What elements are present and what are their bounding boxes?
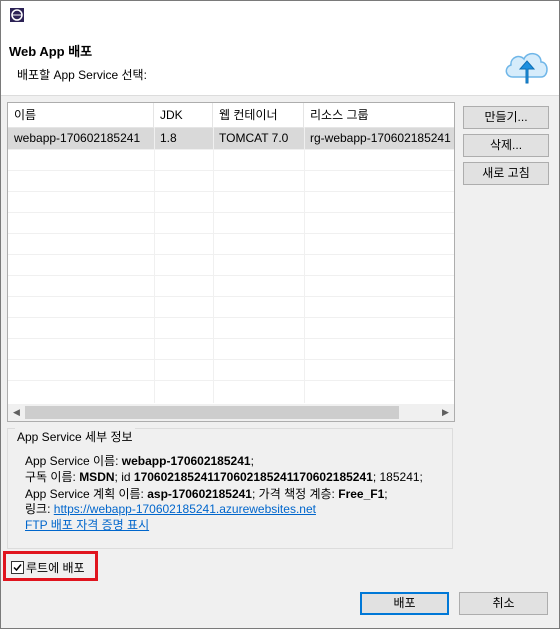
detail-subscription: 구독 이름: MSDN; id 170602185241170602185241…: [25, 470, 423, 484]
wizard-header: Web App 배포 배포할 App Service 선택:: [1, 31, 559, 96]
table-row[interactable]: webapp-170602185241 1.8 TOMCAT 7.0 rg-we…: [8, 128, 454, 149]
cell-jdk: 1.8: [160, 131, 177, 145]
cell-resource-group: rg-webapp-170602185241: [310, 131, 451, 145]
row-divider: [8, 380, 454, 381]
refresh-button[interactable]: 새로 고침: [463, 162, 549, 185]
cell-web-container: TOMCAT 7.0: [219, 131, 289, 145]
checkmark-icon: [13, 564, 22, 572]
delete-button[interactable]: 삭제...: [463, 134, 549, 157]
ftp-credentials-link[interactable]: FTP 배포 자격 증명 표시: [25, 518, 149, 532]
title-bar: [1, 1, 559, 31]
detail-ftp: FTP 배포 자격 증명 표시: [25, 516, 149, 533]
details-group-title: App Service 세부 정보: [15, 428, 135, 445]
column-header-name[interactable]: 이름: [8, 103, 154, 127]
cancel-button[interactable]: 취소: [459, 592, 548, 615]
row-divider: [8, 296, 454, 297]
row-divider: [8, 233, 454, 234]
row-divider: [8, 191, 454, 192]
column-divider: [154, 127, 155, 403]
app-url-link[interactable]: https://webapp-170602185241.azurewebsite…: [54, 502, 316, 516]
row-divider: [8, 212, 454, 213]
row-divider: [8, 254, 454, 255]
deploy-dialog: Web App 배포 배포할 App Service 선택: 이름 JDK 웹 …: [0, 0, 560, 629]
row-divider: [8, 170, 454, 171]
row-divider: [8, 149, 454, 150]
deploy-to-root-highlight: 루트에 배포: [3, 551, 98, 581]
deploy-to-root-label[interactable]: 루트에 배포: [26, 559, 85, 576]
cloud-upload-icon: [505, 53, 548, 84]
create-button[interactable]: 만들기...: [463, 106, 549, 129]
column-header-resource-group[interactable]: 리소스 그룹: [304, 103, 454, 127]
dialog-subtitle: 배포할 App Service 선택:: [17, 68, 147, 82]
column-header-web-container[interactable]: 웹 컨테이너: [213, 103, 304, 127]
row-divider: [8, 359, 454, 360]
row-divider: [8, 338, 454, 339]
cell-name: webapp-170602185241: [14, 131, 141, 145]
eclipse-app-icon: [10, 8, 24, 22]
scrollbar-thumb[interactable]: [25, 406, 399, 419]
deploy-to-root-checkbox[interactable]: [11, 561, 24, 574]
row-divider: [8, 275, 454, 276]
detail-link: 링크: https://webapp-170602185241.azureweb…: [25, 502, 316, 516]
scroll-left-icon[interactable]: ◀: [8, 404, 25, 421]
column-divider: [304, 127, 305, 403]
column-divider: [213, 127, 214, 403]
deploy-button[interactable]: 배포: [360, 592, 449, 615]
app-service-table[interactable]: 이름 JDK 웹 컨테이너 리소스 그룹 webapp-170602185241…: [7, 102, 455, 422]
table-header: 이름 JDK 웹 컨테이너 리소스 그룹: [8, 103, 454, 128]
horizontal-scrollbar[interactable]: ◀ ▶: [8, 404, 454, 421]
detail-app-service-name: App Service 이름: webapp-170602185241;: [25, 454, 254, 468]
column-header-jdk[interactable]: JDK: [154, 103, 213, 127]
dialog-title: Web App 배포: [9, 44, 93, 59]
scroll-right-icon[interactable]: ▶: [437, 404, 454, 421]
row-divider: [8, 317, 454, 318]
